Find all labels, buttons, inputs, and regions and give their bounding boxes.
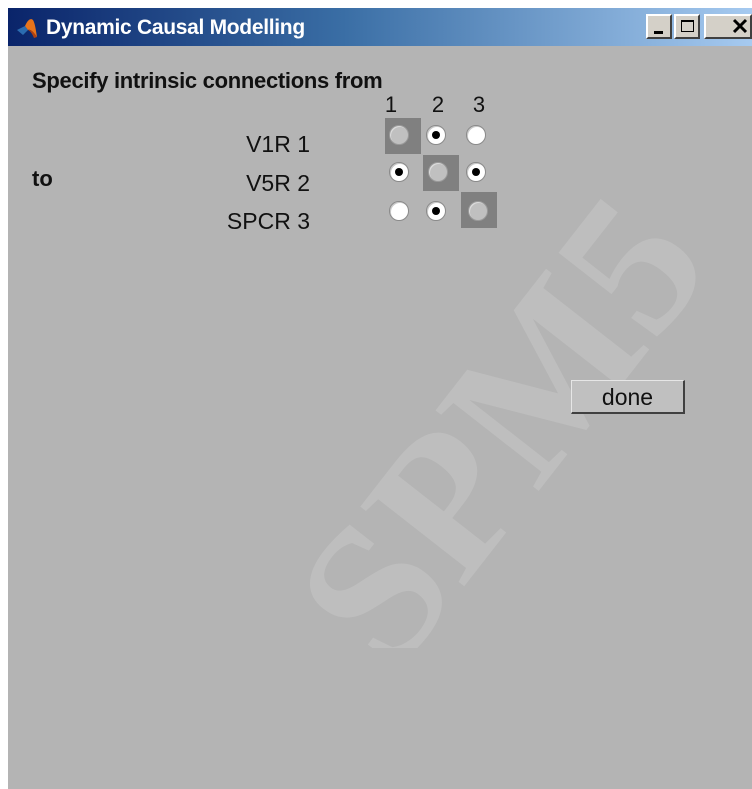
connection-radio-1-1 [389, 125, 409, 145]
column-label-3: 3 [472, 92, 486, 117]
connection-radio-2-3[interactable] [466, 162, 486, 182]
row-label-v5r: V5R 2 [246, 170, 310, 196]
dcm-window: Dynamic Causal Modelling SPM5 Specify in… [8, 8, 752, 789]
connection-radio-1-3[interactable] [466, 125, 486, 145]
connection-radio-3-3 [468, 201, 488, 221]
maximize-button[interactable] [674, 14, 700, 39]
matlab-logo-icon [17, 19, 37, 38]
minimize-icon [654, 31, 663, 34]
row-label-spcr: SPCR 3 [226, 208, 310, 234]
dialog-heading: Specify intrinsic connections from [32, 68, 383, 93]
to-label: to [32, 166, 53, 191]
title-bar[interactable]: Dynamic Causal Modelling [8, 8, 752, 46]
close-icon [732, 18, 748, 34]
done-button[interactable]: done [571, 380, 685, 414]
column-label-2: 2 [431, 92, 445, 117]
connection-radio-2-2 [428, 162, 448, 182]
maximize-icon [681, 20, 694, 32]
minimize-button[interactable] [646, 14, 672, 39]
connection-radio-3-2[interactable] [426, 201, 446, 221]
connection-radio-1-2[interactable] [426, 125, 446, 145]
connection-radio-3-1[interactable] [389, 201, 409, 221]
window-title: Dynamic Causal Modelling [46, 16, 305, 39]
close-button[interactable] [704, 14, 752, 39]
connection-radio-2-1[interactable] [389, 162, 409, 182]
row-label-v1r: V1R 1 [246, 131, 310, 157]
column-label-1: 1 [384, 92, 398, 117]
